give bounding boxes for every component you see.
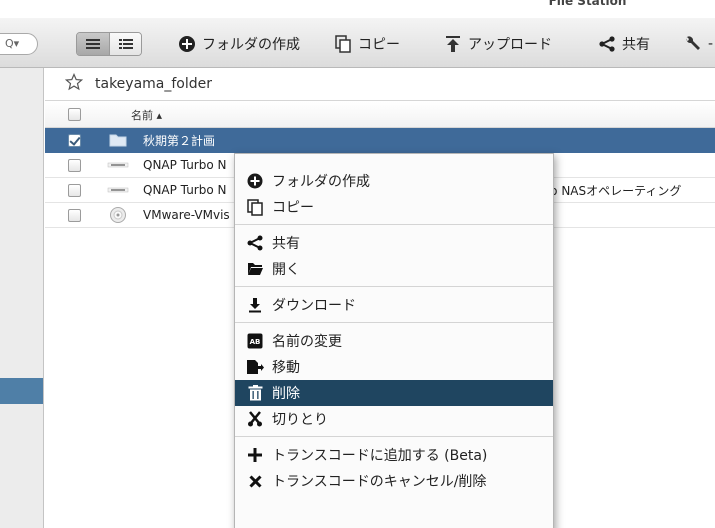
detail-list-icon bbox=[118, 39, 133, 49]
menu-divider bbox=[235, 224, 553, 225]
table-row[interactable]: 秋期第２計画 bbox=[45, 128, 715, 153]
menu-item-copy[interactable]: コピー bbox=[235, 194, 553, 220]
open-folder-icon bbox=[246, 260, 264, 278]
file-name: QNAP Turbo N bbox=[143, 183, 227, 197]
menu-item-delete[interactable]: 削除 bbox=[235, 380, 553, 406]
file-name: QNAP Turbo N bbox=[143, 158, 227, 172]
menu-item-move[interactable]: 移動 bbox=[235, 354, 553, 380]
upload-label: アップロード bbox=[468, 37, 552, 53]
toolbar: Q▾ フォルダの作成 コピー アップロード 共有 - bbox=[0, 18, 715, 68]
upload-icon bbox=[444, 35, 462, 53]
plus-circle-icon bbox=[246, 172, 264, 190]
folder-icon bbox=[107, 132, 129, 148]
svg-text:AB: AB bbox=[250, 338, 261, 346]
copy-button[interactable]: コピー bbox=[334, 33, 400, 55]
share-button[interactable]: 共有 bbox=[598, 33, 650, 55]
upload-button[interactable]: アップロード bbox=[444, 33, 552, 55]
menu-item-cut[interactable]: 切りとり bbox=[235, 406, 553, 432]
move-icon bbox=[246, 358, 264, 376]
disc-icon bbox=[107, 207, 129, 223]
create-folder-label: フォルダの作成 bbox=[202, 37, 300, 53]
menu-label: コピー bbox=[272, 200, 314, 216]
tools-button[interactable]: - bbox=[684, 33, 713, 55]
menu-label: トランスコードに追加する (Beta) bbox=[272, 448, 488, 464]
app-title: File Station bbox=[548, 0, 627, 8]
menu-label: トランスコードのキャンセル/削除 bbox=[272, 474, 487, 490]
scissors-icon bbox=[246, 410, 264, 428]
list-view-icon bbox=[86, 39, 100, 49]
menu-label: ダウンロード bbox=[272, 298, 356, 314]
share-icon bbox=[246, 234, 264, 252]
menu-label: 切りとり bbox=[272, 412, 328, 428]
name-column-header[interactable]: 名前 ▴ bbox=[131, 107, 162, 123]
view-toggle bbox=[76, 32, 142, 56]
download-icon bbox=[246, 296, 264, 314]
row-checkbox[interactable] bbox=[68, 209, 81, 222]
menu-item-add-transcode[interactable]: トランスコードに追加する (Beta) bbox=[235, 442, 553, 468]
qnap-file-icon bbox=[107, 157, 129, 173]
breadcrumb: takeyama_folder bbox=[45, 68, 715, 101]
share-icon bbox=[598, 35, 616, 53]
rename-icon: AB bbox=[246, 332, 264, 350]
menu-label: 開く bbox=[272, 262, 300, 278]
file-table-header: 名前 ▴ bbox=[45, 102, 715, 128]
copy-icon bbox=[246, 198, 264, 216]
search-input[interactable]: Q▾ bbox=[0, 33, 38, 55]
wrench-icon bbox=[684, 35, 702, 53]
menu-label: フォルダの作成 bbox=[272, 174, 370, 190]
row-checkbox[interactable] bbox=[68, 134, 81, 147]
menu-item-rename[interactable]: AB 名前の変更 bbox=[235, 328, 553, 354]
menu-label: 削除 bbox=[272, 386, 300, 402]
menu-label: 移動 bbox=[272, 360, 300, 376]
trash-icon bbox=[246, 384, 264, 402]
menu-divider bbox=[235, 286, 553, 287]
menu-item-create-folder[interactable]: フォルダの作成 bbox=[235, 168, 553, 194]
menu-label: 名前の変更 bbox=[272, 334, 342, 350]
menu-item-open[interactable]: 開く bbox=[235, 256, 553, 282]
copy-icon bbox=[334, 35, 352, 53]
close-icon bbox=[246, 472, 264, 490]
menu-item-share[interactable]: 共有 bbox=[235, 230, 553, 256]
star-icon[interactable] bbox=[64, 72, 84, 95]
row-checkbox[interactable] bbox=[68, 159, 81, 172]
plus-circle-icon bbox=[178, 35, 196, 53]
detail-view-button[interactable] bbox=[109, 33, 141, 55]
create-folder-button[interactable]: フォルダの作成 bbox=[178, 33, 300, 55]
menu-divider bbox=[235, 322, 553, 323]
current-folder-name: takeyama_folder bbox=[95, 76, 213, 92]
qnap-file-icon bbox=[107, 182, 129, 198]
folder-tree-panel bbox=[0, 68, 44, 528]
row-checkbox[interactable] bbox=[68, 184, 81, 197]
context-menu: フォルダの作成 コピー 共有 開く ダウンロード AB 名前の変更 移動 削除 … bbox=[234, 153, 554, 528]
menu-item-download[interactable]: ダウンロード bbox=[235, 292, 553, 318]
file-name: VMware-VMvis bbox=[143, 208, 230, 222]
plus-icon bbox=[246, 446, 264, 464]
select-all-checkbox[interactable] bbox=[68, 108, 81, 121]
list-view-button[interactable] bbox=[77, 33, 109, 55]
menu-divider bbox=[235, 436, 553, 437]
selected-tree-item[interactable] bbox=[0, 378, 43, 404]
tools-label: - bbox=[708, 36, 714, 52]
share-label: 共有 bbox=[622, 37, 650, 53]
copy-label: コピー bbox=[358, 37, 400, 53]
menu-item-cancel-transcode[interactable]: トランスコードのキャンセル/削除 bbox=[235, 468, 553, 494]
menu-label: 共有 bbox=[272, 236, 300, 252]
file-name: 秋期第２計画 bbox=[143, 133, 216, 148]
